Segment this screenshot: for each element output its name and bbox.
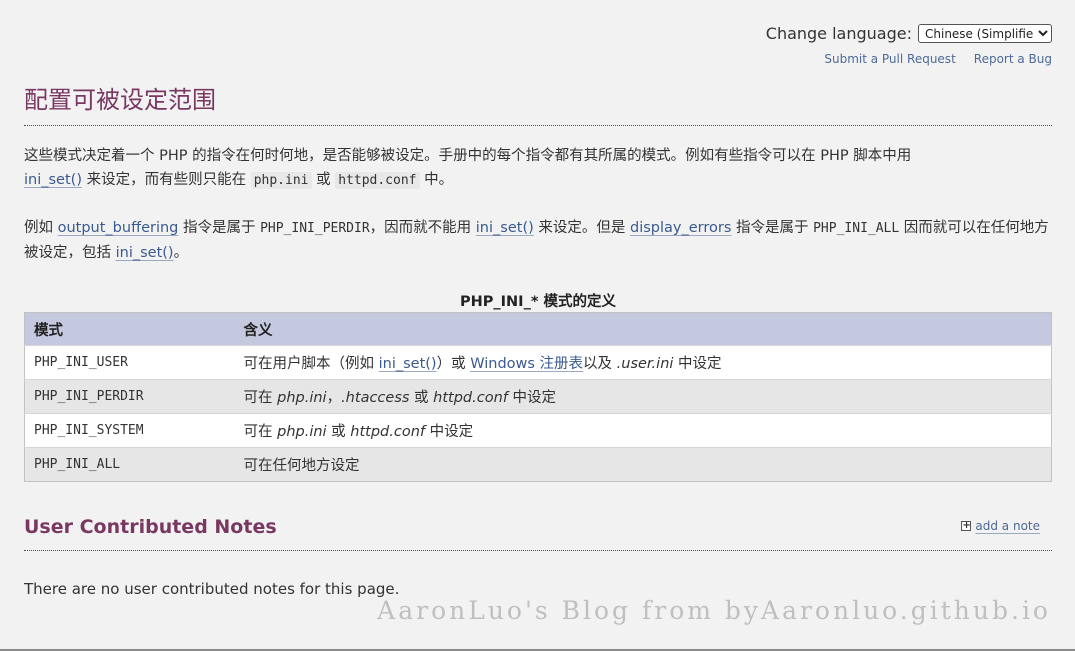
add-note-control[interactable]: + add a note	[961, 519, 1040, 533]
php-ini-text: php.ini	[277, 390, 327, 406]
windows-registry-link[interactable]: Windows 注册表	[470, 356, 583, 372]
php-ini-code: php.ini	[250, 172, 312, 189]
change-language-label: Change language:	[765, 24, 912, 43]
text: 来设定。但是	[533, 220, 630, 236]
meaning-cell: 可在任何地方设定	[234, 447, 1052, 482]
text: 中设定	[425, 424, 474, 440]
language-select[interactable]: Chinese (Simplified)	[918, 24, 1052, 43]
htaccess-text: .htaccess	[341, 390, 410, 406]
output-buffering-link[interactable]: output_buffering	[58, 220, 179, 236]
ini-set-link[interactable]: ini_set()	[116, 245, 174, 261]
php-ini-text: php.ini	[277, 424, 327, 440]
table-row: PHP_INI_SYSTEM 可在 php.ini 或 httpd.conf 中…	[24, 413, 1052, 448]
table-header-row: 模式 含义	[24, 312, 1052, 346]
table-row: PHP_INI_USER 可在用户脚本（例如 ini_set()）或 Windo…	[24, 345, 1052, 380]
mode-cell: PHP_INI_USER	[24, 345, 235, 380]
text: 或	[326, 424, 351, 440]
text: 以及	[583, 356, 617, 372]
intro-paragraph: 这些模式决定着一个 PHP 的指令在何时何地，是否能够被设定。手册中的每个指令都…	[24, 144, 1052, 193]
meaning-cell: 可在用户脚本（例如 ini_set()）或 Windows 注册表以及 .use…	[234, 345, 1052, 380]
page-title: 配置可被设定范围	[24, 80, 1052, 126]
example-paragraph: 例如 output_buffering 指令是属于 PHP_INI_PERDIR…	[24, 216, 1052, 265]
table-row: PHP_INI_ALL 可在任何地方设定	[24, 447, 1052, 482]
submit-pull-request-link[interactable]: Submit a Pull Request	[824, 52, 955, 66]
text: 来设定，而有些则只能在	[81, 172, 251, 188]
mode-cell: PHP_INI_ALL	[24, 447, 235, 482]
text: 。	[173, 245, 189, 261]
no-notes-message: There are no user contributed notes for …	[24, 580, 400, 598]
plus-box-icon: +	[961, 520, 972, 531]
meaning-cell: 可在 php.ini，.htaccess 或 httpd.conf 中设定	[234, 379, 1052, 414]
display-errors-link[interactable]: display_errors	[630, 220, 731, 236]
ini-set-link[interactable]: ini_set()	[476, 220, 534, 236]
mode-cell: PHP_INI_PERDIR	[24, 379, 235, 414]
text: ）或	[436, 356, 471, 372]
text: 可在	[243, 424, 278, 440]
user-notes-title: User Contributed Notes	[24, 516, 1052, 551]
text: 或	[409, 390, 434, 406]
meta-links: Submit a Pull Request Report a Bug	[824, 52, 1052, 66]
text: 指令是属于	[731, 220, 814, 236]
ini-set-link[interactable]: ini_set()	[379, 356, 437, 372]
httpd-conf-text: httpd.conf	[433, 390, 508, 406]
ini-set-link[interactable]: ini_set()	[24, 172, 82, 188]
text: 或	[311, 172, 336, 188]
text: 中。	[419, 172, 454, 188]
table-row: PHP_INI_PERDIR 可在 php.ini，.htaccess 或 ht…	[24, 379, 1052, 414]
column-header-meaning: 含义	[234, 312, 1052, 346]
httpd-conf-text: httpd.conf	[350, 424, 426, 440]
text: 这些模式决定着一个 PHP 的指令在何时何地，是否能够被设定。手册中的每个指令都…	[24, 148, 912, 164]
php-ini-all-constant: PHP_INI_ALL	[813, 221, 900, 236]
httpd-conf-code: httpd.conf	[335, 172, 420, 189]
text: 例如	[24, 220, 58, 236]
add-note-link[interactable]: add a note	[975, 519, 1040, 533]
text: ，因而就不能用	[369, 220, 476, 236]
text: 可在用户脚本（例如	[243, 356, 379, 372]
language-bar: Change language: Chinese (Simplified)	[766, 24, 1052, 43]
watermark: AaronLuo's Blog from byAaronluo.github.i…	[377, 596, 1051, 625]
text: 指令是属于	[178, 220, 261, 236]
user-ini-text: .user.ini	[616, 356, 674, 372]
column-header-mode: 模式	[24, 312, 235, 346]
mode-cell: PHP_INI_SYSTEM	[24, 413, 235, 448]
text: 可在	[243, 390, 278, 406]
meaning-cell: 可在 php.ini 或 httpd.conf 中设定	[234, 413, 1052, 448]
table-caption: PHP_INI_* 模式的定义	[460, 294, 616, 310]
text: ，	[326, 390, 342, 406]
report-bug-link[interactable]: Report a Bug	[974, 52, 1052, 66]
text: 中设定	[507, 390, 556, 406]
modes-table: 模式 含义 PHP_INI_USER 可在用户脚本（例如 ini_set()）或…	[24, 312, 1052, 482]
text: 中设定	[673, 356, 722, 372]
php-ini-perdir-constant: PHP_INI_PERDIR	[260, 221, 370, 236]
